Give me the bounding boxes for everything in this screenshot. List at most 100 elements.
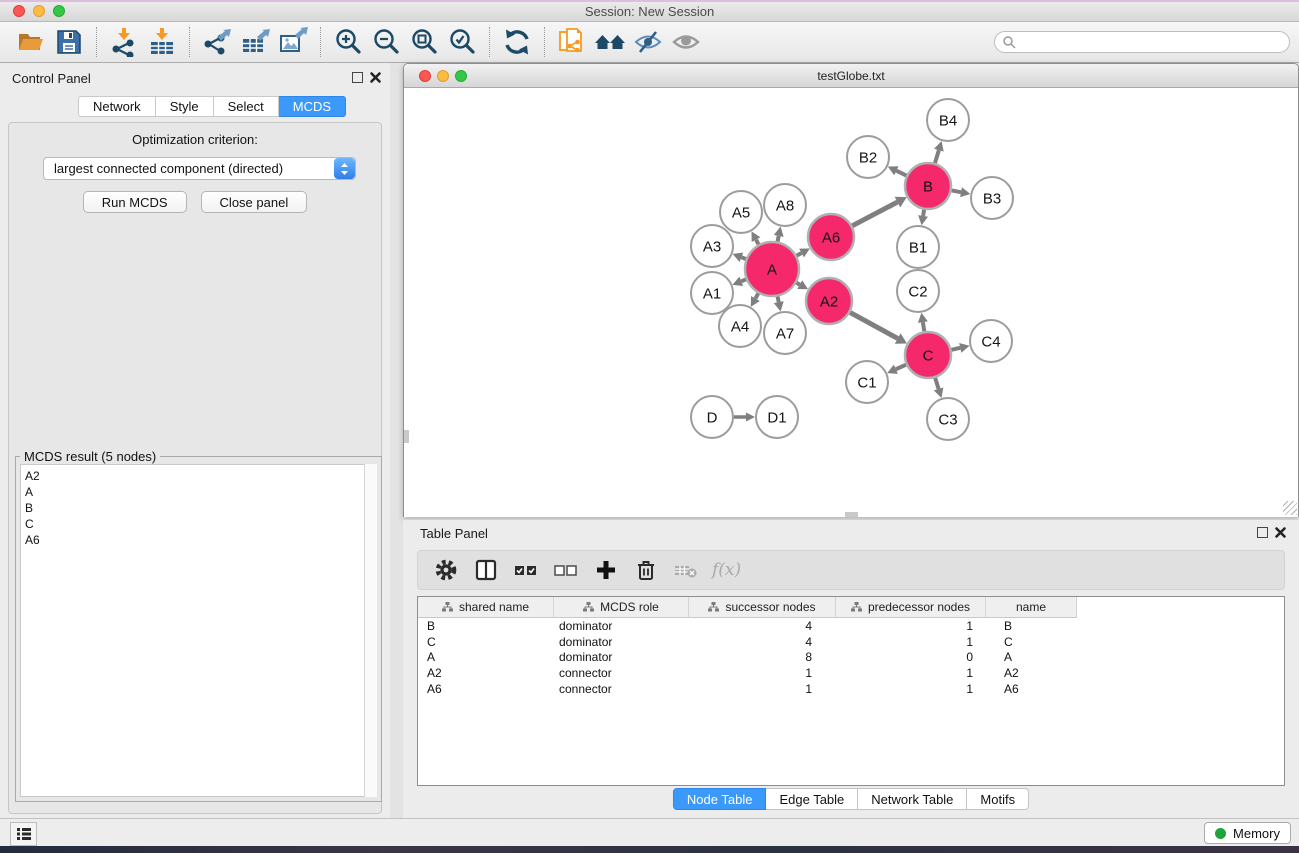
task-history-icon[interactable] <box>10 822 37 846</box>
hide-details-icon[interactable] <box>629 25 667 59</box>
save-session-icon[interactable] <box>50 25 88 59</box>
edge-A2-C[interactable] <box>850 312 898 338</box>
panel-divider[interactable] <box>390 63 403 818</box>
split-columns-icon[interactable] <box>472 556 500 584</box>
edge-B-B4[interactable] <box>935 150 939 163</box>
table-cell[interactable]: C <box>418 635 554 649</box>
table-cell[interactable]: dominator <box>554 650 689 664</box>
edge-A-A8[interactable] <box>778 236 779 242</box>
table-cell[interactable]: 1 <box>836 619 986 633</box>
search-input[interactable] <box>1016 33 1289 51</box>
edge-C-C4[interactable] <box>951 348 960 350</box>
table-cell[interactable]: C <box>986 635 1077 649</box>
tab-network[interactable]: Network <box>78 96 156 117</box>
optimization-criterion-select[interactable]: largest connected component (directed) <box>43 157 356 180</box>
column-header-predecessor-nodes[interactable]: predecessor nodes <box>836 597 986 618</box>
mcds-result-list[interactable]: A2ABCA6 <box>20 464 377 797</box>
table-cell[interactable]: 8 <box>689 650 836 664</box>
export-table-icon[interactable] <box>236 25 274 59</box>
edge-A-A6[interactable] <box>797 253 802 256</box>
table-cell[interactable]: A <box>986 650 1077 664</box>
network-window-titlebar[interactable]: testGlobe.txt <box>404 64 1298 88</box>
unselect-all-checks-icon[interactable] <box>552 556 580 584</box>
float-panel-icon[interactable] <box>352 72 363 83</box>
memory-button[interactable]: Memory <box>1204 822 1291 844</box>
select-all-checks-icon[interactable] <box>512 556 540 584</box>
edge-A-A4[interactable] <box>755 293 758 298</box>
zoom-out-icon[interactable] <box>367 25 405 59</box>
table-cell[interactable]: A6 <box>986 682 1077 696</box>
zoom-in-icon[interactable] <box>329 25 367 59</box>
table-cell[interactable]: 1 <box>689 666 836 680</box>
table-cell[interactable]: 1 <box>689 682 836 696</box>
tab-mcds[interactable]: MCDS <box>279 96 346 117</box>
edge-A-A7[interactable] <box>778 296 779 302</box>
table-cell[interactable]: 1 <box>836 666 986 680</box>
zoom-selected-icon[interactable] <box>443 25 481 59</box>
tab-motifs[interactable]: Motifs <box>967 788 1029 810</box>
edge-B-B2[interactable] <box>896 171 906 176</box>
column-header-MCDS-role[interactable]: MCDS role <box>554 597 689 618</box>
gear-icon[interactable] <box>432 556 460 584</box>
table-cell[interactable]: 1 <box>836 635 986 649</box>
tab-style[interactable]: Style <box>156 96 214 117</box>
table-cell[interactable]: B <box>986 619 1077 633</box>
run-mcds-button[interactable]: Run MCDS <box>83 191 187 213</box>
edge-C-C1[interactable] <box>896 365 906 370</box>
import-table-icon[interactable] <box>143 25 181 59</box>
home-icon[interactable] <box>591 25 629 59</box>
edge-A6-B[interactable] <box>852 202 897 226</box>
tab-select[interactable]: Select <box>214 96 279 117</box>
table-cell[interactable]: B <box>418 619 554 633</box>
table-cell[interactable]: A2 <box>986 666 1077 680</box>
function-builder-icon[interactable]: f(x) <box>712 560 741 580</box>
result-item[interactable]: C <box>25 516 376 532</box>
table-cell[interactable]: A6 <box>418 682 554 696</box>
table-cell[interactable]: 4 <box>689 635 836 649</box>
edge-A-A3[interactable] <box>741 257 745 259</box>
table-cell[interactable]: dominator <box>554 619 689 633</box>
table-row[interactable]: A2connector11A2 <box>418 665 1284 681</box>
table-float-icon[interactable] <box>1257 527 1268 538</box>
import-network-icon[interactable] <box>105 25 143 59</box>
table-row[interactable]: Bdominator41B <box>418 618 1284 634</box>
delete-table-icon[interactable] <box>672 556 700 584</box>
edge-A-A1[interactable] <box>741 279 746 281</box>
zoom-fit-icon[interactable] <box>405 25 443 59</box>
table-cell[interactable]: connector <box>554 666 689 680</box>
add-column-icon[interactable] <box>592 556 620 584</box>
table-row[interactable]: Cdominator41C <box>418 634 1284 650</box>
export-image-icon[interactable] <box>274 25 312 59</box>
result-item[interactable]: A <box>25 484 376 500</box>
tab-node-table[interactable]: Node Table <box>673 788 767 810</box>
network-canvas[interactable]: B4B2BB3A8A5A6A3B1AA1C2A2A4A7C4CC1DD1C3 <box>404 88 1298 517</box>
edge-B-B3[interactable] <box>952 190 961 192</box>
resize-grip[interactable] <box>1283 501 1297 515</box>
show-graphics-icon[interactable] <box>667 25 705 59</box>
table-cell[interactable]: 0 <box>836 650 986 664</box>
node-table[interactable]: shared nameMCDS rolesuccessor nodesprede… <box>417 596 1285 786</box>
table-cell[interactable]: A <box>418 650 554 664</box>
result-item[interactable]: A6 <box>25 532 376 548</box>
table-cell[interactable]: 1 <box>836 682 986 696</box>
result-item[interactable]: B <box>25 500 376 516</box>
edge-A-A2[interactable] <box>796 283 799 285</box>
result-item[interactable]: A2 <box>25 468 376 484</box>
table-cell[interactable]: connector <box>554 682 689 696</box>
table-cell[interactable]: dominator <box>554 635 689 649</box>
column-header-successor-nodes[interactable]: successor nodes <box>689 597 836 618</box>
column-header-shared-name[interactable]: shared name <box>418 597 554 618</box>
table-row[interactable]: Adominator80A <box>418 650 1284 666</box>
column-header-name[interactable]: name <box>986 597 1077 618</box>
table-cell[interactable]: 4 <box>689 619 836 633</box>
open-folder-icon[interactable] <box>12 25 50 59</box>
network-from-file-icon[interactable] <box>553 25 591 59</box>
tab-edge-table[interactable]: Edge Table <box>766 788 858 810</box>
result-scrollbar[interactable] <box>364 464 377 797</box>
edge-C-C3[interactable] <box>935 378 938 389</box>
table-cell[interactable]: A2 <box>418 666 554 680</box>
tab-network-table[interactable]: Network Table <box>858 788 967 810</box>
table-close-icon[interactable] <box>1274 526 1287 539</box>
edge-C-C2[interactable] <box>923 322 924 331</box>
edge-B-B1[interactable] <box>923 210 924 216</box>
